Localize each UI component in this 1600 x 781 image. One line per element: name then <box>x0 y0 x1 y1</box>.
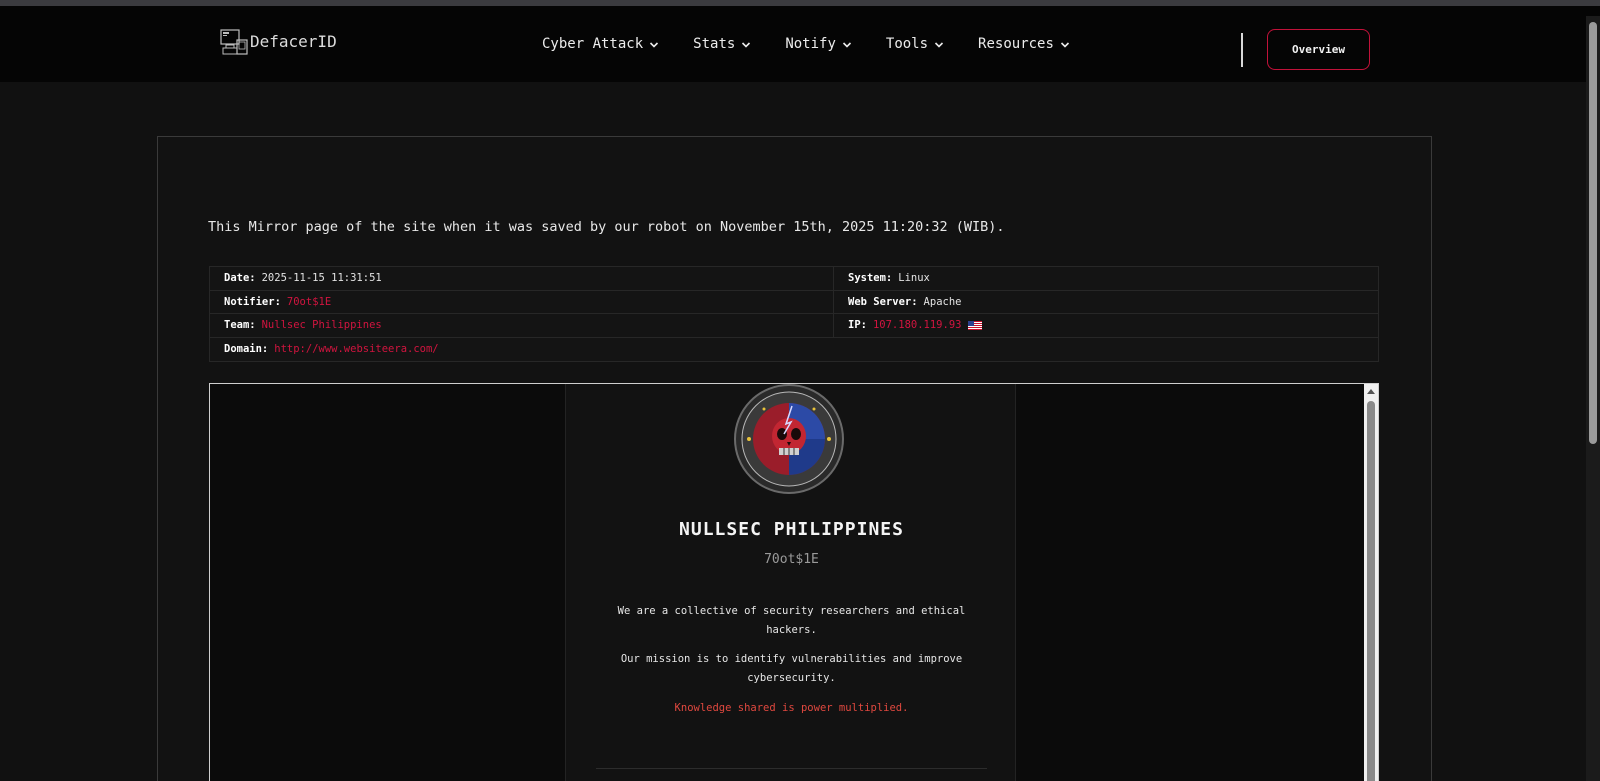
domain-link[interactable]: http://www.websiteera.com/ <box>274 343 438 355</box>
nav-divider <box>1241 33 1243 67</box>
date-label: Date: <box>224 272 256 285</box>
about-paragraph: We are a collective of security research… <box>617 605 966 636</box>
nav-item-stats[interactable]: Stats <box>693 36 751 52</box>
date-cell: Date: 2025-11-15 11:31:51 <box>210 267 834 290</box>
chevron-down-icon <box>742 41 751 48</box>
system-value: Linux <box>898 272 930 285</box>
nav-item-tools[interactable]: Tools <box>886 36 944 52</box>
navbar: DefacerID Cyber Attack Stats Notify Tool… <box>0 6 1600 82</box>
domain-cell: Domain: http://www.websiteera.com/ <box>210 338 1378 362</box>
notifier-label: Notifier: <box>224 295 281 308</box>
nav-item-label: Notify <box>785 36 836 52</box>
mirror-panel: This Mirror page of the site when it was… <box>157 136 1432 781</box>
mirror-iframe[interactable]: NULLSEC PHILIPPINES 70ot$1E We are a col… <box>209 383 1379 781</box>
chevron-down-icon <box>1060 41 1069 48</box>
notifier-cell: Notifier: 70ot$1E <box>210 290 834 313</box>
overview-button[interactable]: Overview <box>1267 29 1370 70</box>
table-row: Date: 2025-11-15 11:31:51 System: Linux <box>210 267 1378 291</box>
ip-cell: IP: 107.180.119.93 <box>834 314 1378 337</box>
us-flag-icon <box>968 320 983 330</box>
date-value: 2025-11-15 11:31:51 <box>261 272 382 285</box>
domain-label: Domain: <box>224 343 269 356</box>
page-scroll-thumb[interactable] <box>1589 22 1597 444</box>
group-name: NULLSEC PHILIPPINES <box>679 519 904 540</box>
iframe-scrollbar[interactable] <box>1364 384 1378 781</box>
chevron-down-icon <box>842 41 851 48</box>
mirror-notice: This Mirror page of the site when it was… <box>208 219 1005 235</box>
motto-text: Knowledge shared is power multiplied. <box>674 702 909 714</box>
scroll-up-arrow-icon[interactable] <box>1367 389 1375 394</box>
system-label: System: <box>848 272 893 285</box>
nav-item-cyber-attack[interactable]: Cyber Attack <box>542 36 659 52</box>
chevron-down-icon <box>934 41 944 48</box>
table-row: Notifier: 70ot$1E Web Server: Apache <box>210 290 1378 314</box>
nav-item-label: Resources <box>978 36 1054 52</box>
computer-devices-icon <box>220 29 248 55</box>
brand-name: DefacerID <box>250 31 337 51</box>
team-label: Team: <box>224 319 256 332</box>
content-divider <box>596 768 987 769</box>
ip-link[interactable]: 107.180.119.93 <box>873 319 962 331</box>
system-cell: System: Linux <box>834 267 1378 290</box>
chevron-down-icon <box>650 41 659 48</box>
notifier-link[interactable]: 70ot$1E <box>287 296 331 308</box>
defacement-content: NULLSEC PHILIPPINES 70ot$1E We are a col… <box>565 384 1016 781</box>
group-handle: 70ot$1E <box>764 552 819 567</box>
table-row: Domain: http://www.websiteera.com/ <box>210 337 1378 362</box>
webserver-label: Web Server: <box>848 295 918 308</box>
mission-paragraph: Our mission is to identify vulnerabiliti… <box>620 653 963 684</box>
nav-item-notify[interactable]: Notify <box>785 36 852 52</box>
nav-item-label: Tools <box>885 36 929 52</box>
brand-logo[interactable]: DefacerID <box>220 26 337 56</box>
nullsec-skull-emblem <box>734 384 844 494</box>
webserver-cell: Web Server: Apache <box>834 291 1378 314</box>
defacement-info-table: Date: 2025-11-15 11:31:51 System: Linux … <box>209 266 1379 362</box>
page-scrollbar[interactable] <box>1586 16 1600 781</box>
nav-item-label: Stats <box>693 36 736 52</box>
webserver-value: Apache <box>923 295 962 308</box>
table-row: Team: Nullsec Philippines IP: 107.180.11… <box>210 314 1378 338</box>
main-nav: Cyber Attack Stats Notify Tools Resource… <box>542 36 1070 52</box>
team-cell: Team: Nullsec Philippines <box>210 314 834 337</box>
scroll-thumb[interactable] <box>1367 401 1375 781</box>
nav-item-label: Cyber Attack <box>542 36 644 52</box>
team-link[interactable]: Nullsec Philippines <box>262 319 382 331</box>
nav-item-resources[interactable]: Resources <box>978 36 1070 52</box>
ip-label: IP: <box>848 319 867 332</box>
